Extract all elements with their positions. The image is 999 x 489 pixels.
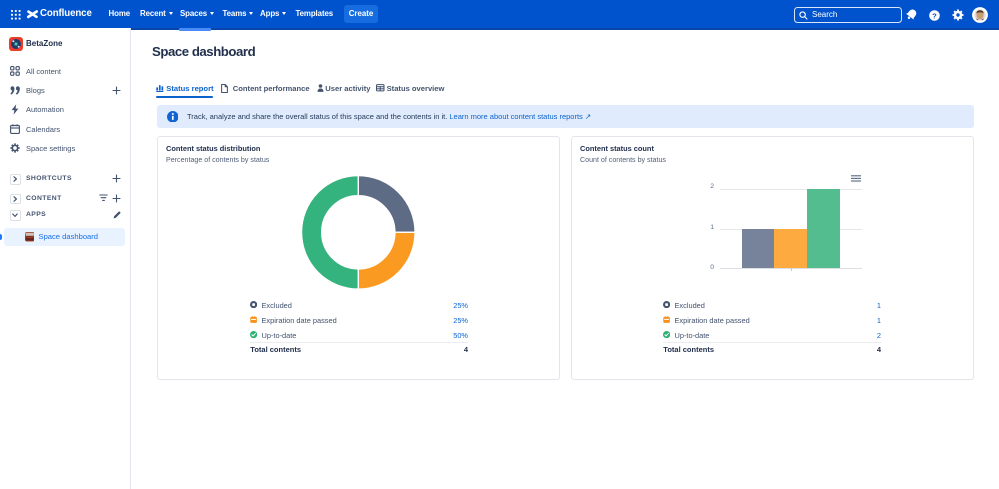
svg-text:?: ? (932, 11, 937, 20)
